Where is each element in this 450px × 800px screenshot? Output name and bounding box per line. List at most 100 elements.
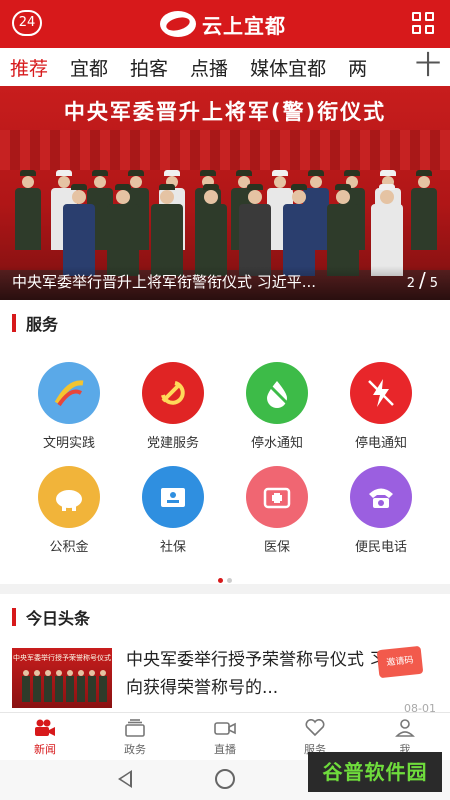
services-grid: 文明实践 党建服务 停水通知 停电通知公积金 社保 医保 便民电话 [0,352,450,582]
photo-figure [150,184,184,276]
service-telephone[interactable]: 便民电话 [329,456,433,556]
banner-current-index: 2 [406,276,415,291]
thumbnail-figure [55,676,63,702]
nav-live[interactable]: 直播 [180,713,270,761]
watermark: 谷普软件园 [308,752,442,792]
add-channel-button[interactable]: 十 [406,48,450,86]
services-page-dots [0,568,450,583]
service-label: 停水通知 [250,436,303,451]
service-party-emblem[interactable]: 党建服务 [121,352,225,452]
banner-caption[interactable]: 中央军委举行晋升上将军衔警衔仪式 习近平... [12,271,382,292]
app-root: 24 云上宜都 推荐 宜都 拍客 点播 媒体宜都 两 十 中央军委晋升上将军(警… [0,0,450,800]
service-label: 公积金 [49,540,89,555]
tab-paike[interactable]: 拍客 [130,54,168,81]
news-thumbnail: 中央军委举行授予荣誉称号仪式 [12,648,112,708]
photo-figure [326,184,360,276]
back-icon[interactable] [118,770,132,788]
grid-menu-icon[interactable] [412,12,436,36]
banner-image-title: 中央军委晋升上将军(警)衔仪式 [63,100,387,124]
service-power-off[interactable]: 停电通知 [329,352,433,452]
tab-media-yidu[interactable]: 媒体宜都 [250,54,326,81]
photo-figure [62,184,96,276]
service-medical-kit[interactable]: 医保 [225,456,329,556]
nav-live-label: 直播 [214,743,236,756]
thumbnail-figure-head [23,670,29,676]
service-label: 便民电话 [354,540,407,555]
live-camera-icon [214,719,236,737]
thumbnail-figure-head [100,670,106,676]
badge-24-button[interactable]: 24 [12,10,42,36]
thumbnail-title: 中央军委举行授予荣誉称号仪式 [13,654,111,662]
tab-recommend[interactable]: 推荐 [10,54,48,81]
service-piggy-bank[interactable]: 公积金 [17,456,121,556]
page-dot [227,578,232,583]
layers-icon [124,719,146,737]
party-emblem-icon [142,362,204,424]
service-water-drop-off[interactable]: 停水通知 [225,352,329,452]
invite-code-badge[interactable]: 邀请码 [376,645,424,679]
banner-total: 5 [429,276,438,291]
service-label: 停电通知 [354,436,407,451]
banner-photo-people [0,156,450,276]
logo-icon [160,11,196,37]
service-civilization-practice[interactable]: 文明实践 [17,352,121,452]
social-security-card-icon [142,466,204,528]
handshake-heart-icon [304,718,326,737]
civilization-practice-icon [38,362,100,424]
thumbnail-figure [22,676,30,702]
video-camera-icon [34,719,56,737]
service-label: 文明实践 [42,436,95,451]
section-divider [0,584,450,594]
service-social-security-card[interactable]: 社保 [121,456,225,556]
thumbnail-figure [77,676,85,702]
app-title: 云上宜都 [202,13,286,38]
banner-carousel[interactable]: 中央军委晋升上将军(警)衔仪式 中央军委举行晋升上将军衔警衔仪式 习近平... … [0,86,450,300]
thumbnail-figure-head [45,670,51,676]
thumbnail-figure [66,676,74,702]
photo-figure [194,184,228,276]
headlines-header: 今日头条 [0,596,450,636]
channel-tabs: 推荐 宜都 拍客 点播 媒体宜都 两 十 [0,48,450,86]
power-off-icon [350,362,412,424]
telephone-icon [350,466,412,528]
banner-caption-bar: 中央军委举行晋升上将军衔警衔仪式 习近平... 2/5 [0,266,450,300]
services-header: 服务 [0,302,450,342]
banner-counter: 2/5 [406,268,438,292]
headlines-title: 今日头条 [26,609,91,628]
tab-on-demand[interactable]: 点播 [190,54,228,81]
tab-lianghui[interactable]: 两 [348,54,367,81]
nav-news[interactable]: 新闻 [0,713,90,761]
thumbnail-figure-head [78,670,84,676]
app-logo: 云上宜都 [160,8,286,40]
thumbnail-figure [99,676,107,702]
thumbnail-figure [88,676,96,702]
photo-figure [370,184,404,276]
top-header: 24 云上宜都 [0,0,450,48]
page-dot [218,578,223,583]
photo-figure [106,184,140,276]
service-label: 党建服务 [146,436,199,451]
service-label: 医保 [263,540,290,555]
nav-government-label: 政务 [124,743,146,756]
thumbnail-figure-head [67,670,73,676]
section-accent-bar [12,608,16,626]
thumbnail-figure-head [34,670,40,676]
home-icon[interactable] [215,769,235,789]
piggy-bank-icon [38,466,100,528]
thumbnail-figure [44,676,52,702]
water-drop-off-icon [246,362,308,424]
photo-figure [410,170,438,250]
services-title: 服务 [26,315,59,334]
medical-kit-icon [246,466,308,528]
thumbnail-figure-head [89,670,95,676]
tab-yidu[interactable]: 宜都 [70,54,108,81]
photo-figure [238,184,272,276]
nav-government[interactable]: 政务 [90,713,180,761]
service-label: 社保 [159,540,186,555]
photo-figure [14,170,42,250]
nav-news-label: 新闻 [34,743,56,756]
section-accent-bar [12,314,16,332]
photo-figure [282,184,316,276]
thumbnail-figure-head [56,670,62,676]
thumbnail-figure [33,676,41,702]
